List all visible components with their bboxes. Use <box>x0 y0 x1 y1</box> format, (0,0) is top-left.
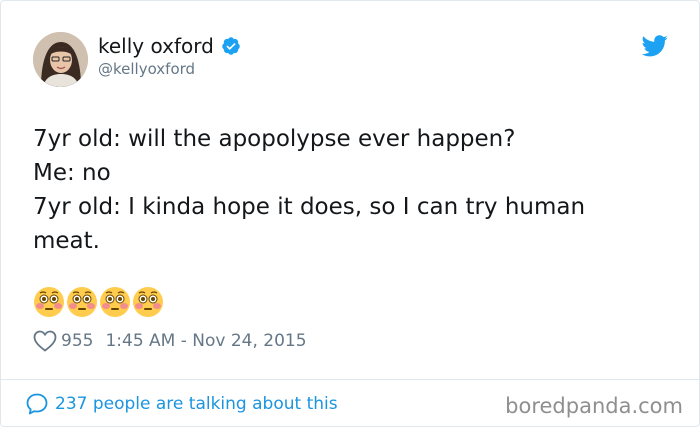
profile-photo <box>33 32 88 87</box>
author-display-name[interactable]: kelly oxford <box>98 33 214 59</box>
flushed-face-icon <box>100 287 130 317</box>
footer-divider <box>1 379 699 380</box>
emoji-row <box>33 286 165 318</box>
watermark: boredpanda.com <box>505 394 683 418</box>
tweet-meta-row: 955 1:45 AM - Nov 24, 2015 <box>33 329 307 353</box>
talking-link[interactable]: 237 people are talking about this <box>25 391 338 417</box>
tweet-line: Me: no <box>33 160 111 186</box>
author-handle[interactable]: @kellyoxford <box>98 59 195 79</box>
tweet-line: meat. <box>33 228 100 254</box>
flushed-face-icon <box>133 287 163 317</box>
talking-label[interactable]: 237 people are talking about this <box>55 394 338 414</box>
heart-icon[interactable] <box>33 330 57 352</box>
verified-badge-icon <box>222 37 240 55</box>
tweet-line: 7yr old: will the apopolypse ever happen… <box>33 126 516 152</box>
avatar[interactable] <box>33 32 88 87</box>
flushed-face-icon <box>34 287 64 317</box>
tweet-timestamp[interactable]: 1:45 AM - Nov 24, 2015 <box>105 331 306 351</box>
tweet-card: kelly oxford @kellyoxford 7yr old: will … <box>0 0 700 427</box>
author-name-row[interactable]: kelly oxford <box>98 33 241 59</box>
flushed-face-icon <box>67 287 97 317</box>
like-count[interactable]: 955 <box>61 331 93 351</box>
tweet-text: 7yr old: will the apopolypse ever happen… <box>33 122 653 258</box>
twitter-bird-icon[interactable] <box>642 35 668 57</box>
speech-bubble-icon <box>26 393 48 415</box>
tweet-line: 7yr old: I kinda hope it does, so I can … <box>33 194 586 220</box>
